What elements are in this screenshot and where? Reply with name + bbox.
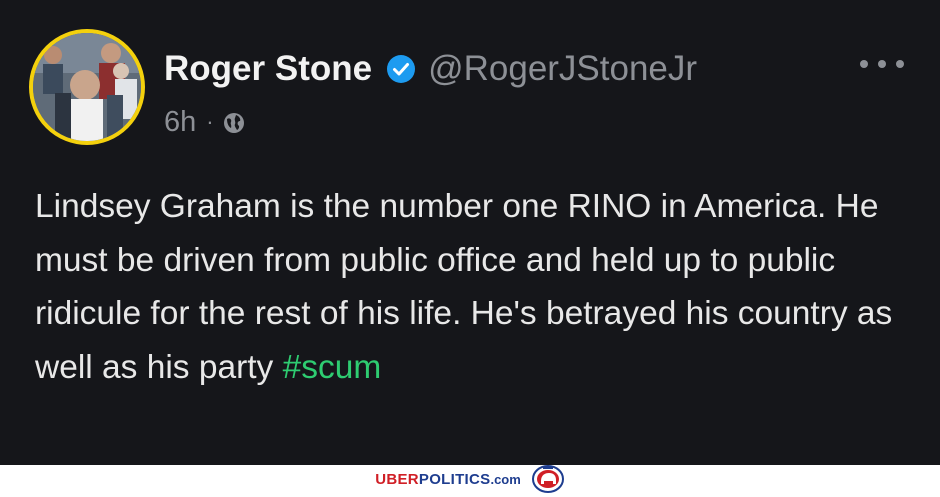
author-avatar[interactable]	[29, 29, 145, 145]
watermark-bar: UBER POLITICS .com	[0, 465, 940, 493]
author-row: Roger Stone @RogerJStoneJr	[164, 46, 697, 92]
elephant-logo-icon	[531, 465, 565, 493]
meta-separator: ·	[206, 109, 214, 134]
post-body: Lindsey Graham is the number one RINO in…	[35, 188, 893, 386]
hashtag-link[interactable]: #scum	[283, 349, 382, 386]
author-display-name[interactable]: Roger Stone	[164, 49, 372, 89]
watermark-domain: .com	[490, 471, 521, 487]
more-dot	[878, 60, 886, 68]
post-card: Roger Stone @RogerJStoneJr 6h · Lindsey …	[0, 0, 940, 465]
globe-icon	[222, 110, 246, 134]
avatar-photo	[33, 33, 141, 141]
more-dot	[896, 60, 904, 68]
more-dot	[860, 60, 868, 68]
post-text: Lindsey Graham is the number one RINO in…	[35, 180, 915, 394]
post-meta: 6h ·	[164, 104, 246, 140]
author-handle[interactable]: @RogerJStoneJr	[428, 49, 697, 89]
verified-badge-icon	[386, 54, 416, 84]
watermark-politics: POLITICS	[418, 470, 491, 488]
post-timestamp[interactable]: 6h	[164, 106, 196, 139]
watermark-uber: UBER	[375, 470, 419, 488]
more-options-icon[interactable]	[860, 52, 904, 76]
watermark: UBER POLITICS .com	[375, 465, 565, 493]
